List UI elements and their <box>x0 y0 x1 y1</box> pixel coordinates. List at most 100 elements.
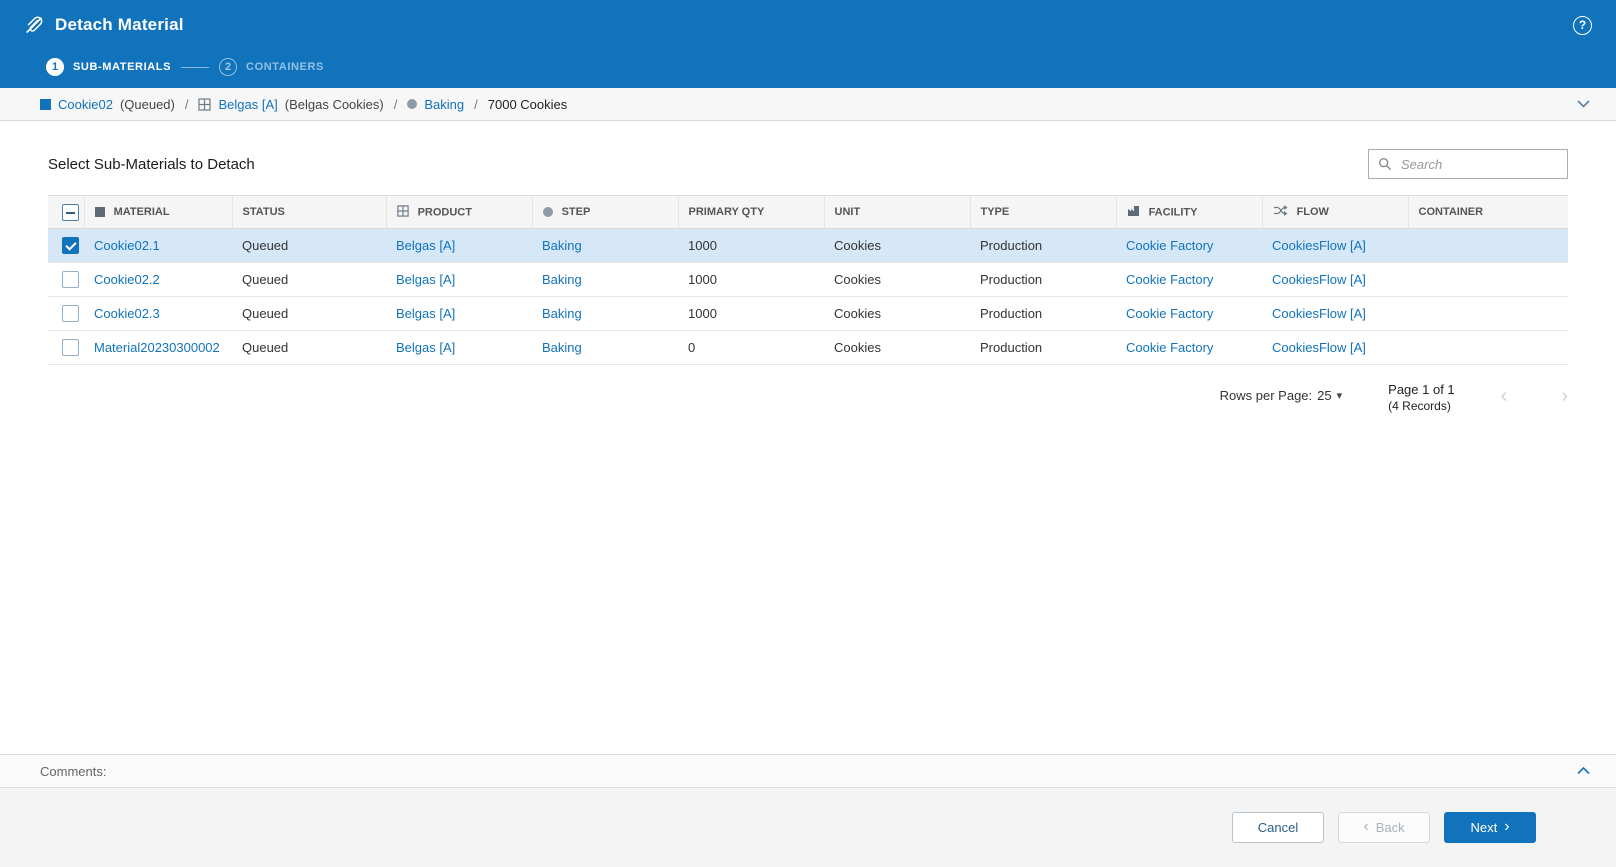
breadcrumb-separator: / <box>184 96 189 112</box>
row-select-checkbox[interactable] <box>62 339 79 357</box>
cell-status: Queued <box>242 238 289 253</box>
page-previous-icon[interactable]: ‹ <box>1501 385 1508 408</box>
step-number-badge: 1 <box>46 58 64 76</box>
caret-down-icon: ▾ <box>1336 390 1343 402</box>
cell-facility[interactable]: Cookie Factory <box>1126 340 1213 355</box>
cell-type: Production <box>980 340 1043 355</box>
cell-type: Production <box>980 272 1043 287</box>
step-number-badge: 2 <box>219 58 238 76</box>
cell-unit: Cookies <box>834 306 881 321</box>
cell-status: Queued <box>242 272 289 287</box>
next-button[interactable]: Next › <box>1444 812 1536 843</box>
material-icon <box>40 98 51 110</box>
column-header-unit[interactable]: UNIT <box>824 195 971 229</box>
column-header-product[interactable]: PRODUCT <box>386 195 533 229</box>
cell-product[interactable]: Belgas [A] <box>396 238 455 253</box>
wizard-step-containers[interactable]: 2 CONTAINERS <box>219 58 324 76</box>
cell-flow[interactable]: CookiesFlow [A] <box>1272 238 1366 253</box>
step-label: SUB-MATERIALS <box>73 61 172 73</box>
product-icon <box>396 204 409 220</box>
cell-material[interactable]: Cookie02.3 <box>94 306 160 321</box>
page-next-icon[interactable]: › <box>1561 385 1568 408</box>
chevron-right-icon: › <box>1504 818 1510 835</box>
cell-primary-qty: 0 <box>688 340 696 355</box>
table-row[interactable]: Material20230300002 Queued Belgas [A] Bakin… <box>48 330 1568 365</box>
step-connector <box>181 66 210 68</box>
cell-material[interactable]: Material20230300002 <box>94 340 220 355</box>
cell-type: Production <box>980 238 1043 253</box>
cell-status: Queued <box>242 306 289 321</box>
breadcrumb-separator: / <box>474 96 478 112</box>
breadcrumb-material-link[interactable]: Cookie02 <box>58 97 113 112</box>
breadcrumb-step-link[interactable]: Baking <box>424 97 464 112</box>
table-body: Cookie02.1 Queued Belgas [A] Baking 1000 Cook… <box>48 228 1568 365</box>
chevron-up-icon[interactable] <box>1577 767 1590 775</box>
chevron-down-icon[interactable] <box>1577 100 1590 108</box>
row-select-checkbox[interactable] <box>62 237 79 255</box>
dialog-header: Detach Material ? 1 SUB-MATERIALS 2 CONT… <box>0 0 1616 88</box>
cell-product[interactable]: Belgas [A] <box>396 306 455 321</box>
cancel-button[interactable]: Cancel <box>1232 812 1324 843</box>
breadcrumb-product-name: (Belgas Cookies) <box>284 96 384 112</box>
breadcrumb-product-link[interactable]: Belgas [A] <box>218 97 277 112</box>
rows-per-page-label: Rows per Page: <box>1219 388 1313 403</box>
cell-facility[interactable]: Cookie Factory <box>1126 272 1213 287</box>
column-header-facility[interactable]: FACILITY <box>1116 195 1263 229</box>
comments-label: Comments: <box>40 763 107 779</box>
rows-per-page-value: 25 <box>1317 388 1332 403</box>
table-row[interactable]: Cookie02.2 Queued Belgas [A] Baking 1000 Cook… <box>48 262 1568 297</box>
cell-step[interactable]: Baking <box>542 272 582 287</box>
column-header-material[interactable]: MATERIAL <box>84 195 233 229</box>
material-icon <box>94 207 105 218</box>
dialog-title: Detach Material <box>55 15 184 34</box>
cell-flow[interactable]: CookiesFlow [A] <box>1272 272 1366 287</box>
facility-icon <box>1127 205 1140 220</box>
sub-materials-table: MATERIAL STATUS PRODUCT STEP PRIMARY QTY… <box>48 195 1568 365</box>
column-header-container[interactable]: CONTAINER <box>1408 195 1568 229</box>
select-all-header <box>48 195 85 229</box>
pagination: Rows per Page: 25 ▾ Page 1 of 1 (4 Record… <box>48 381 1568 415</box>
column-header-flow[interactable]: FLOW <box>1262 195 1409 229</box>
column-header-primary-qty[interactable]: PRIMARY QTY <box>678 195 825 229</box>
cell-product[interactable]: Belgas [A] <box>396 272 455 287</box>
wizard-steps: 1 SUB-MATERIALS 2 CONTAINERS <box>24 50 1592 84</box>
column-header-status[interactable]: STATUS <box>232 195 387 229</box>
cell-step[interactable]: Baking <box>542 306 582 321</box>
search-icon <box>1378 157 1392 171</box>
back-button[interactable]: ‹ Back <box>1338 812 1430 843</box>
cell-flow[interactable]: CookiesFlow [A] <box>1272 340 1366 355</box>
step-label: CONTAINERS <box>246 61 324 73</box>
cell-status: Queued <box>242 340 289 355</box>
select-all-checkbox[interactable] <box>61 203 79 221</box>
search-input[interactable] <box>1399 155 1579 173</box>
column-header-step[interactable]: STEP <box>532 195 679 229</box>
column-header-type[interactable]: TYPE <box>970 195 1117 229</box>
breadcrumb-material-status: (Queued) <box>119 96 175 112</box>
cell-facility[interactable]: Cookie Factory <box>1126 238 1213 253</box>
main-content: Select Sub-Materials to Detach Search MA… <box>0 121 1616 754</box>
cell-material[interactable]: Cookie02.2 <box>94 272 160 287</box>
breadcrumb-separator: / <box>393 96 398 112</box>
cell-flow[interactable]: CookiesFlow [A] <box>1272 306 1366 321</box>
page-info: Page 1 of 1 (4 Records) <box>1388 381 1455 415</box>
row-select-checkbox[interactable] <box>62 271 79 289</box>
table-row[interactable]: Cookie02.3 Queued Belgas [A] Baking 1000 Cook… <box>48 296 1568 331</box>
cell-facility[interactable]: Cookie Factory <box>1126 306 1213 321</box>
chevron-left-icon: ‹ <box>1363 818 1369 835</box>
rows-per-page-select[interactable]: Rows per Page: 25 ▾ <box>1220 388 1343 403</box>
cell-step[interactable]: Baking <box>542 340 582 355</box>
cell-primary-qty: 1000 <box>688 272 717 287</box>
cell-material[interactable]: Cookie02.1 <box>94 238 160 253</box>
cell-unit: Cookies <box>834 238 881 253</box>
help-icon[interactable]: ? <box>1573 15 1592 35</box>
table-row[interactable]: Cookie02.1 Queued Belgas [A] Baking 1000 Cook… <box>48 228 1568 263</box>
detach-material-icon <box>24 15 44 35</box>
footer: Cancel ‹ Back Next › <box>0 787 1616 867</box>
cell-product[interactable]: Belgas [A] <box>396 340 455 355</box>
wizard-step-sub-materials[interactable]: 1 SUB-MATERIALS <box>46 58 171 76</box>
records-label: (4 Records) <box>1388 399 1451 413</box>
row-select-checkbox[interactable] <box>62 305 79 323</box>
step-icon <box>407 99 418 109</box>
cell-unit: Cookies <box>834 340 881 355</box>
cell-step[interactable]: Baking <box>542 238 582 253</box>
